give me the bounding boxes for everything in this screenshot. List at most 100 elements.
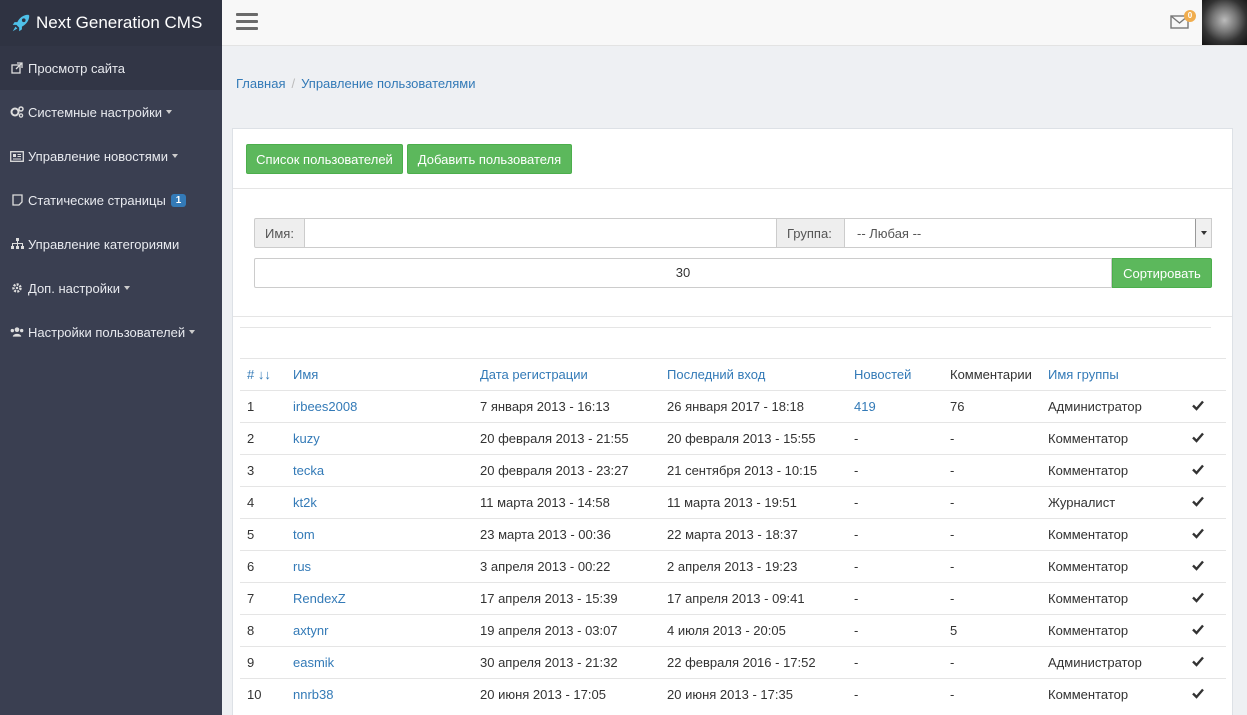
chevron-down-icon (171, 154, 178, 158)
cell-last-login: 21 сентября 2013 - 10:15 (660, 454, 847, 487)
cell-number: 9 (240, 646, 286, 679)
cell-news-count[interactable]: 419 (847, 390, 943, 423)
cell-number: 1 (240, 390, 286, 423)
col-last-login-header[interactable]: Последний вход (660, 358, 847, 391)
breadcrumb: Главная / Управление пользователями (236, 76, 476, 91)
page-icon (10, 193, 24, 207)
status-cell (1185, 614, 1226, 647)
cell-reg-date: 20 февраля 2013 - 21:55 (473, 422, 660, 455)
breadcrumb-bar: Главная / Управление пользователями (222, 56, 1247, 111)
cell-username[interactable]: kt2k (286, 486, 473, 519)
cell-reg-date: 17 апреля 2013 - 15:39 (473, 582, 660, 615)
table-row: 4 kt2k 11 марта 2013 - 14:58 11 марта 2013 … (240, 486, 1226, 519)
cell-group: Администратор (1041, 390, 1185, 423)
cell-last-login: 2 апреля 2013 - 19:23 (660, 550, 847, 583)
cell-group: Комментатор (1041, 582, 1185, 615)
col-number-header[interactable]: # ↓↓ (240, 358, 286, 391)
per-page-input[interactable]: 30 (254, 258, 1112, 288)
table-row: 10 nnrb38 20 июня 2013 - 17:05 20 июня 2013… (240, 678, 1226, 711)
newspaper-icon (10, 149, 24, 163)
check-icon (1192, 560, 1204, 571)
breadcrumb-separator: / (291, 76, 296, 91)
cell-last-login: 26 января 2017 - 18:18 (660, 390, 847, 423)
cell-group: Журналист (1041, 486, 1185, 519)
sidebar-item-label: Настройки пользователей (28, 324, 186, 340)
cell-last-login: 20 июня 2013 - 17:35 (660, 678, 847, 711)
col-name-header[interactable]: Имя (286, 358, 473, 391)
list-users-button[interactable]: Список пользователей (246, 144, 403, 174)
sidebar-item-categories[interactable]: Управление категориями (0, 222, 222, 266)
cell-username[interactable]: tecka (286, 454, 473, 487)
users-icon (10, 325, 24, 339)
avatar[interactable] (1202, 0, 1247, 45)
breadcrumb-current[interactable]: Управление пользователями (301, 76, 475, 91)
menu-toggle-icon[interactable] (236, 13, 258, 31)
cell-username[interactable]: nnrb38 (286, 678, 473, 711)
cell-username[interactable]: RendexZ (286, 582, 473, 615)
brand[interactable]: Next Generation CMS (0, 0, 222, 46)
name-filter-input[interactable] (305, 218, 776, 248)
chevron-down-icon (123, 286, 130, 290)
cell-number: 8 (240, 614, 286, 647)
cell-group: Комментатор (1041, 454, 1185, 487)
check-icon (1192, 528, 1204, 539)
col-comments-header: Комментарии (943, 358, 1041, 391)
sidebar-item-news[interactable]: Управление новостями (0, 134, 222, 178)
cell-username[interactable]: axtynr (286, 614, 473, 647)
cell-username[interactable]: easmik (286, 646, 473, 679)
users-panel: Список пользователей Добавить пользовате… (232, 128, 1233, 715)
check-icon (1192, 592, 1204, 603)
mail-count-badge: 0 (1184, 10, 1196, 22)
add-user-button[interactable]: Добавить пользователя (407, 144, 572, 174)
cell-comments-count: - (943, 454, 1041, 487)
sidebar-item-static-pages[interactable]: Статические страницы 1 (0, 178, 222, 222)
cell-number: 10 (240, 678, 286, 711)
sidebar-item-view-site[interactable]: Просмотр сайта (0, 46, 222, 90)
cell-group: Комментатор (1041, 614, 1185, 647)
group-label: Группа: (776, 218, 845, 248)
filter-row: Имя: Группа: -- Любая -- (254, 218, 1212, 248)
cell-comments-count: - (943, 582, 1041, 615)
cell-reg-date: 19 апреля 2013 - 03:07 (473, 614, 660, 647)
sidebar-item-system-settings[interactable]: Системные настройки (0, 90, 222, 134)
count-badge: 1 (170, 193, 187, 207)
cell-username[interactable]: irbees2008 (286, 390, 473, 423)
cell-news-count: - (847, 582, 943, 615)
col-group-header[interactable]: Имя группы (1041, 358, 1185, 391)
status-cell (1185, 550, 1226, 583)
sort-button[interactable]: Сортировать (1112, 258, 1212, 288)
cell-number: 5 (240, 518, 286, 551)
chevron-down-icon[interactable] (1195, 219, 1211, 247)
cell-comments-count: 76 (943, 390, 1041, 423)
group-select[interactable]: -- Любая -- (845, 218, 1212, 248)
cell-last-login: 22 февраля 2016 - 17:52 (660, 646, 847, 679)
cell-username[interactable]: rus (286, 550, 473, 583)
col-news-header[interactable]: Новостей (847, 358, 943, 391)
sidebar: Next Generation CMS Просмотр сайта Систе… (0, 0, 222, 715)
status-cell (1185, 390, 1226, 423)
sidebar-item-label: Управление новостями (28, 148, 168, 164)
sidebar-item-label: Просмотр сайта (28, 60, 126, 76)
cell-comments-count: - (943, 422, 1041, 455)
cell-group: Администратор (1041, 646, 1185, 679)
col-reg-date-header[interactable]: Дата регистрации (473, 358, 660, 391)
status-cell (1185, 678, 1226, 711)
cell-username[interactable]: tom (286, 518, 473, 551)
sidebar-item-extra-settings[interactable]: Доп. настройки (0, 266, 222, 310)
sort-row: 30 Сортировать (254, 258, 1212, 288)
cell-news-count: - (847, 614, 943, 647)
breadcrumb-home[interactable]: Главная (236, 76, 285, 91)
sidebar-item-user-settings[interactable]: Настройки пользователей (0, 310, 222, 354)
sitemap-icon (10, 237, 24, 251)
cell-username[interactable]: kuzy (286, 422, 473, 455)
col-status-header (1185, 358, 1226, 391)
cell-comments-count: - (943, 518, 1041, 551)
table-row: 1 irbees2008 7 января 2013 - 16:13 26 январ… (240, 390, 1226, 423)
cell-reg-date: 3 апреля 2013 - 00:22 (473, 550, 660, 583)
cell-group: Комментатор (1041, 678, 1185, 711)
cell-last-login: 11 марта 2013 - 19:51 (660, 486, 847, 519)
cell-reg-date: 7 января 2013 - 16:13 (473, 390, 660, 423)
table-row: 8 axtynr 19 апреля 2013 - 03:07 4 июля 2013… (240, 614, 1226, 647)
status-cell (1185, 646, 1226, 679)
chevron-down-icon (166, 110, 173, 114)
